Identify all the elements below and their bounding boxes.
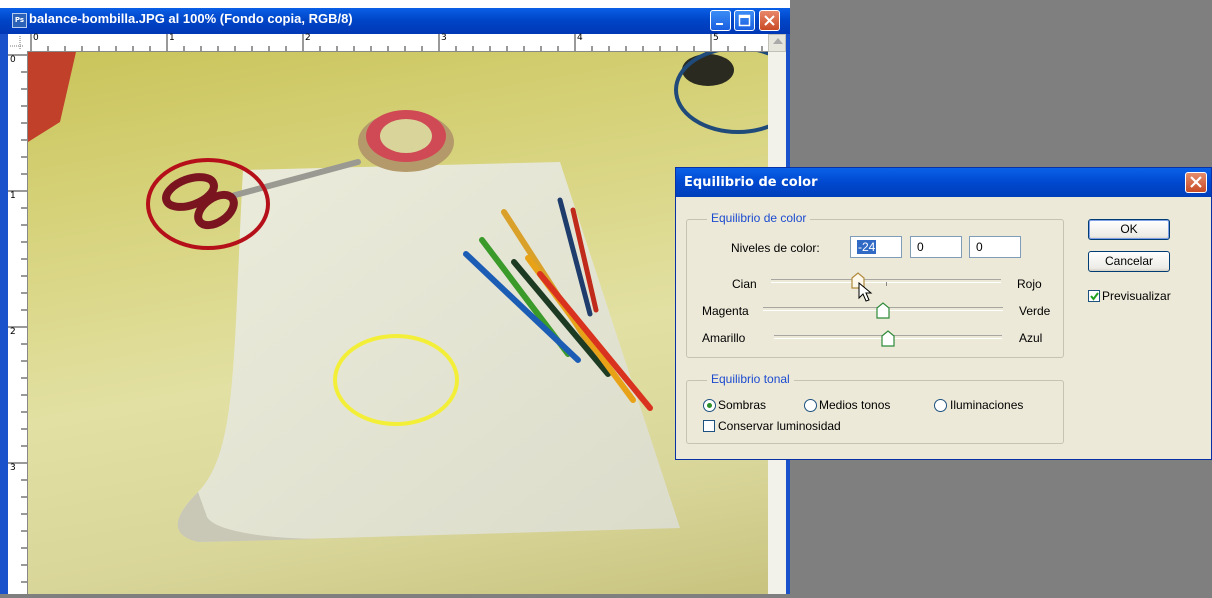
dialog-title: Equilibrio de color (684, 175, 818, 190)
preview-label[interactable]: Previsualizar (1102, 289, 1171, 303)
ruler-label: 0 (10, 55, 16, 65)
ruler-label: 0 (33, 33, 39, 43)
slider-left-label: Amarillo (702, 331, 746, 345)
slider-right-label: Azul (1019, 331, 1043, 345)
ruler-label: 3 (441, 33, 447, 43)
slider-center-tick (886, 282, 887, 286)
level-cyan-red-input[interactable]: -24 (850, 236, 902, 258)
dark-object (682, 54, 734, 86)
close-button[interactable] (759, 10, 780, 31)
color-balance-dialog: Equilibrio de color Equilibrio de color … (675, 167, 1212, 460)
slider-right-label: Verde (1019, 304, 1051, 318)
photo-scene (28, 52, 768, 542)
slider-left-label: Magenta (702, 304, 749, 318)
chevron-up-icon (773, 38, 783, 44)
red-box (28, 52, 76, 142)
maximize-button[interactable] (734, 10, 755, 31)
ok-button[interactable]: OK (1088, 219, 1170, 240)
color-levels-label: Niveles de color: (731, 241, 820, 255)
level-yellow-blue-input[interactable]: 0 (969, 236, 1021, 258)
image-canvas[interactable] (28, 52, 768, 594)
tonal-balance-group: Equilibrio tonal (686, 372, 1064, 444)
maximize-icon (738, 14, 751, 27)
ruler-label: 4 (577, 33, 583, 43)
mouse-cursor-icon (858, 282, 873, 302)
radio-shadows-label[interactable]: Sombras (718, 398, 766, 412)
ruler-label: 2 (10, 327, 16, 337)
ruler-origin[interactable] (8, 34, 28, 52)
slider-left-label: Cian (732, 277, 757, 291)
cancel-button[interactable]: Cancelar (1088, 251, 1170, 272)
checkmark-icon (1090, 292, 1099, 301)
dialog-close-button[interactable] (1185, 172, 1207, 193)
level-magenta-green-input[interactable]: 0 (910, 236, 962, 258)
radio-midtones[interactable] (804, 399, 817, 412)
dialog-title-bar[interactable]: Equilibrio de color (676, 168, 1211, 197)
vertical-ruler[interactable]: 0 1 2 3 (8, 51, 28, 594)
yellow-blue-slider-thumb[interactable] (881, 330, 895, 347)
photoshop-doc-icon: Ps (12, 13, 27, 28)
preserve-luminosity-label[interactable]: Conservar luminosidad (718, 419, 841, 433)
radio-highlights-label[interactable]: Iluminaciones (950, 398, 1023, 412)
scroll-up-button[interactable] (768, 34, 786, 52)
window-frame-left (0, 34, 8, 594)
preserve-luminosity-checkbox[interactable] (703, 420, 715, 432)
radio-highlights[interactable] (934, 399, 947, 412)
horizontal-ruler[interactable]: 0 1 2 3 4 5 (27, 33, 774, 52)
close-icon (1190, 176, 1202, 188)
magenta-green-slider-thumb[interactable] (876, 302, 890, 319)
minimize-button[interactable] (710, 10, 731, 31)
tonal-balance-legend: Equilibrio tonal (707, 372, 794, 386)
ruler-label: 5 (713, 33, 719, 43)
ruler-label: 3 (10, 463, 16, 473)
radio-shadows[interactable] (703, 399, 716, 412)
radio-midtones-label[interactable]: Medios tonos (819, 398, 890, 412)
slider-right-label: Rojo (1017, 277, 1042, 291)
minimize-icon (716, 23, 723, 25)
close-icon (764, 15, 775, 26)
document-window: Ps balance-bombilla.JPG al 100% (Fondo c… (0, 0, 790, 594)
ruler-label: 1 (10, 191, 16, 201)
scissors-handle (162, 173, 218, 211)
preview-checkbox[interactable] (1088, 290, 1100, 302)
document-title: balance-bombilla.JPG al 100% (Fondo copi… (29, 11, 353, 26)
color-balance-legend: Equilibrio de color (707, 211, 811, 225)
ruler-label: 2 (305, 33, 311, 43)
ruler-label: 1 (169, 33, 175, 43)
